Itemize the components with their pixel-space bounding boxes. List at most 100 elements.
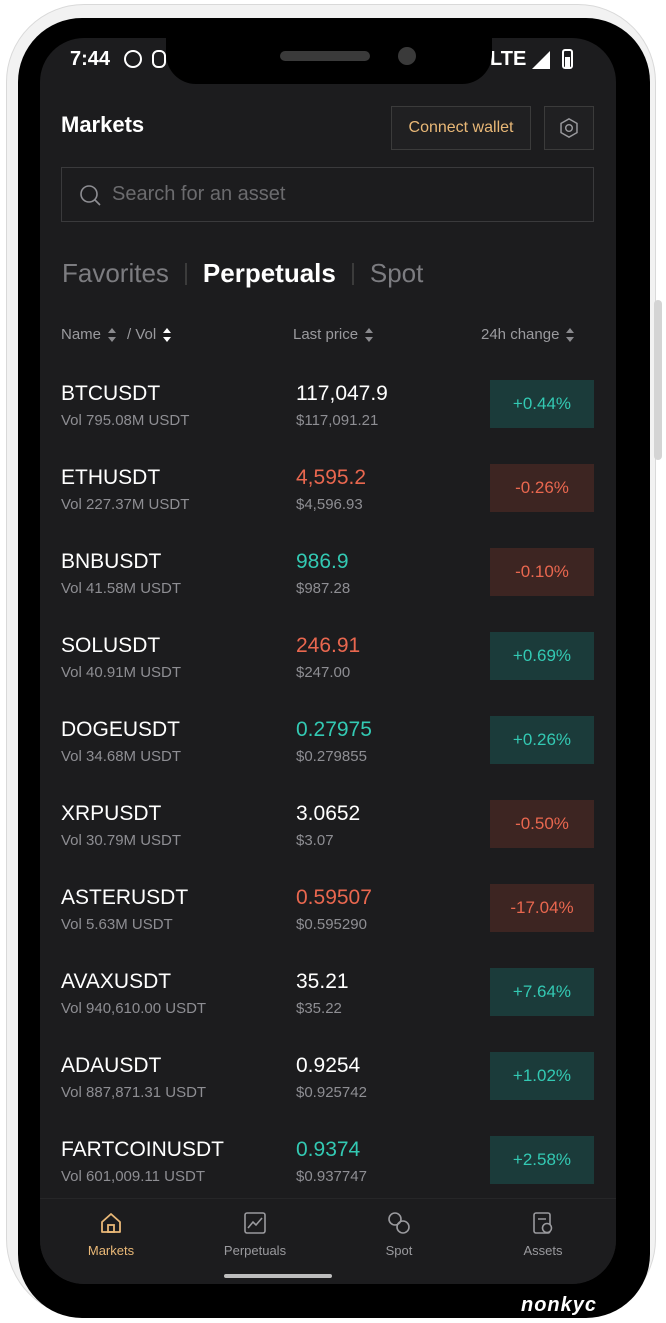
search-icon bbox=[80, 184, 101, 206]
tab-favorites[interactable]: Favorites bbox=[62, 258, 169, 289]
bottom-nav: Markets Perpetuals Spot Assets bbox=[40, 1198, 616, 1284]
market-tabs: Favorites Perpetuals Spot bbox=[62, 258, 423, 289]
row-price: 35.21 bbox=[296, 970, 349, 993]
assets-icon bbox=[533, 1212, 553, 1234]
row-volume: Vol 940,610.00 USDT bbox=[61, 1000, 207, 1017]
row-symbol: FARTCOINUSDT bbox=[61, 1138, 224, 1161]
row-change-badge: +0.44% bbox=[490, 380, 594, 428]
status-time: 7:44 bbox=[70, 48, 111, 70]
row-symbol: BTCUSDT bbox=[61, 382, 161, 405]
phone-side-button bbox=[654, 300, 662, 460]
row-price-usd: $4,596.93 bbox=[296, 496, 363, 513]
row-symbol: AVAXUSDT bbox=[61, 970, 172, 993]
tab-spot[interactable]: Spot bbox=[370, 258, 424, 289]
table-row[interactable]: ETHUSDT Vol 227.37M USDT 4,595.2 $4,596.… bbox=[40, 448, 616, 532]
table-row[interactable]: DOGEUSDT Vol 34.68M USDT 0.27975 $0.2798… bbox=[40, 700, 616, 784]
row-volume: Vol 30.79M USDT bbox=[61, 832, 182, 849]
signal-icon bbox=[532, 51, 550, 69]
column-header-name[interactable]: Name / Vol bbox=[61, 326, 172, 343]
search-input[interactable]: Search for an asset bbox=[61, 167, 594, 222]
page-title: Markets bbox=[61, 112, 145, 137]
row-price: 3.0652 bbox=[296, 802, 361, 825]
row-volume: Vol 795.08M USDT bbox=[61, 412, 190, 429]
speaker-grille bbox=[280, 51, 370, 61]
row-price: 0.27975 bbox=[296, 718, 372, 741]
table-row[interactable]: BNBUSDT Vol 41.58M USDT 986.9 $987.28 -0… bbox=[40, 532, 616, 616]
row-change-badge: -17.04% bbox=[490, 884, 594, 932]
table-row[interactable]: XRPUSDT Vol 30.79M USDT 3.0652 $3.07 -0.… bbox=[40, 784, 616, 868]
column-vol-label: / Vol bbox=[127, 326, 157, 343]
row-symbol: DOGEUSDT bbox=[61, 718, 181, 741]
row-change-badge: +7.64% bbox=[490, 968, 594, 1016]
sort-desc-icon bbox=[162, 327, 172, 342]
nav-perpetuals[interactable]: Perpetuals bbox=[200, 1209, 310, 1258]
row-price: 0.59507 bbox=[296, 886, 372, 909]
row-volume: Vol 5.63M USDT bbox=[61, 916, 173, 933]
row-change-badge: +2.58% bbox=[490, 1136, 594, 1184]
table-row[interactable]: ASTERUSDT Vol 5.63M USDT 0.59507 $0.5952… bbox=[40, 868, 616, 952]
nav-label: Perpetuals bbox=[223, 1243, 287, 1258]
column-name-label: Name bbox=[61, 326, 102, 343]
settings-button[interactable] bbox=[544, 106, 594, 150]
table-row[interactable]: FARTCOINUSDT Vol 601,009.11 USDT 0.9374 … bbox=[40, 1120, 616, 1204]
watermark-text: nonkyc bbox=[521, 1294, 598, 1316]
battery-icon bbox=[562, 49, 573, 69]
row-volume: Vol 887,871.31 USDT bbox=[61, 1084, 207, 1101]
market-list: BTCUSDT Vol 795.08M USDT 117,047.9 $117,… bbox=[40, 364, 616, 1204]
row-symbol: ADAUSDT bbox=[61, 1054, 162, 1077]
column-change-label: 24h change bbox=[481, 326, 560, 343]
row-change-badge: -0.50% bbox=[490, 800, 594, 848]
connect-wallet-button[interactable]: Connect wallet bbox=[391, 106, 531, 150]
nav-label: Markets bbox=[87, 1243, 135, 1258]
row-price-usd: $0.595290 bbox=[296, 916, 367, 933]
column-price-label: Last price bbox=[293, 326, 359, 343]
notification-icon bbox=[152, 50, 166, 68]
home-indicator bbox=[224, 1274, 332, 1278]
sort-icon bbox=[364, 327, 374, 342]
sort-icon bbox=[107, 327, 117, 342]
row-symbol: SOLUSDT bbox=[61, 634, 161, 657]
row-volume: Vol 34.68M USDT bbox=[61, 748, 182, 765]
row-change-badge: +1.02% bbox=[490, 1052, 594, 1100]
sort-icon bbox=[565, 327, 575, 342]
column-header-last-price[interactable]: Last price bbox=[293, 326, 374, 343]
tab-divider bbox=[351, 262, 354, 285]
row-price-usd: $0.937747 bbox=[296, 1168, 367, 1185]
table-row[interactable]: SOLUSDT Vol 40.91M USDT 246.91 $247.00 +… bbox=[40, 616, 616, 700]
row-change-badge: +0.26% bbox=[490, 716, 594, 764]
table-row[interactable]: BTCUSDT Vol 795.08M USDT 117,047.9 $117,… bbox=[40, 364, 616, 448]
search-placeholder: Search for an asset bbox=[112, 183, 286, 205]
row-price: 117,047.9 bbox=[296, 382, 388, 405]
nav-spot[interactable]: Spot bbox=[344, 1209, 454, 1258]
tab-divider bbox=[184, 262, 187, 285]
row-price-usd: $3.07 bbox=[296, 832, 334, 849]
notch bbox=[166, 38, 492, 84]
row-price-usd: $0.925742 bbox=[296, 1084, 367, 1101]
column-header-24h-change[interactable]: 24h change bbox=[481, 326, 575, 343]
row-price: 986.9 bbox=[296, 550, 349, 573]
tab-perpetuals[interactable]: Perpetuals bbox=[203, 258, 336, 289]
table-row[interactable]: ADAUSDT Vol 887,871.31 USDT 0.9254 $0.92… bbox=[40, 1036, 616, 1120]
gear-icon bbox=[560, 117, 578, 139]
network-type: LTE bbox=[490, 48, 527, 70]
nav-assets[interactable]: Assets bbox=[488, 1209, 598, 1258]
front-camera bbox=[398, 47, 416, 65]
row-price: 246.91 bbox=[296, 634, 361, 657]
row-volume: Vol 601,009.11 USDT bbox=[61, 1168, 205, 1185]
row-price: 4,595.2 bbox=[296, 466, 367, 489]
table-row[interactable]: AVAXUSDT Vol 940,610.00 USDT 35.21 $35.2… bbox=[40, 952, 616, 1036]
row-change-badge: -0.26% bbox=[490, 464, 594, 512]
row-symbol: ASTERUSDT bbox=[61, 886, 189, 909]
whatsapp-icon bbox=[124, 50, 142, 68]
row-volume: Vol 41.58M USDT bbox=[61, 580, 182, 597]
app-screen: 7:44 LTE Markets Connect wallet Search f… bbox=[40, 38, 616, 1284]
nav-markets[interactable]: Markets bbox=[56, 1209, 166, 1258]
row-volume: Vol 227.37M USDT bbox=[61, 496, 190, 513]
row-symbol: ETHUSDT bbox=[61, 466, 161, 489]
row-volume: Vol 40.91M USDT bbox=[61, 664, 182, 681]
row-price-usd: $117,091.21 bbox=[296, 412, 379, 429]
chart-icon bbox=[244, 1212, 266, 1234]
row-symbol: XRPUSDT bbox=[61, 802, 162, 825]
swap-icon bbox=[388, 1212, 410, 1234]
row-price-usd: $0.279855 bbox=[296, 748, 367, 765]
